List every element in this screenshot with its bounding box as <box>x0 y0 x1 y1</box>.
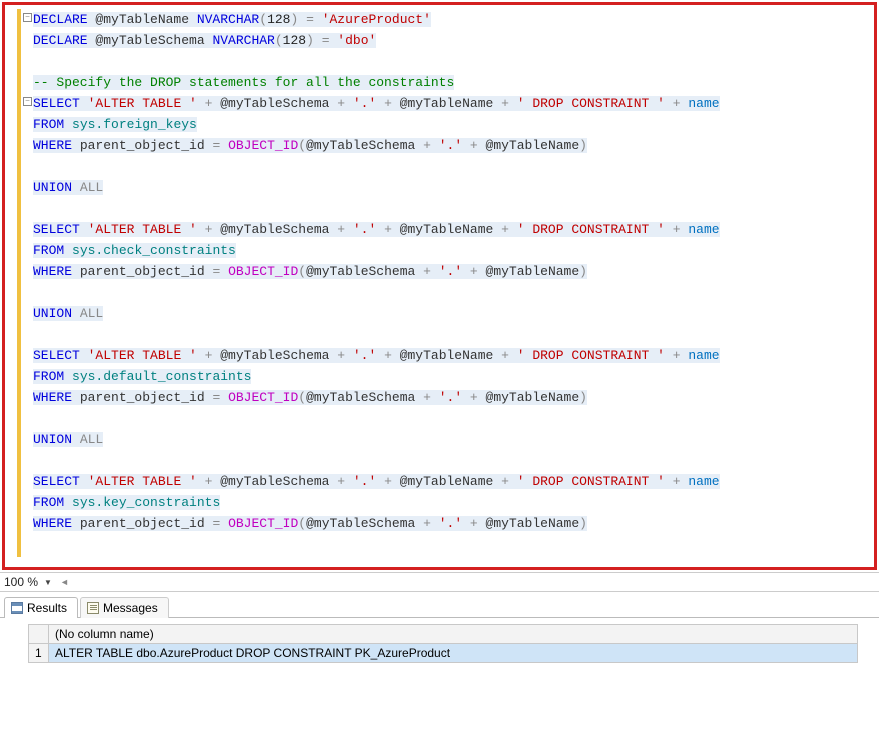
zoom-value[interactable]: 100 % <box>4 575 38 589</box>
result-cell[interactable]: ALTER TABLE dbo.AzureProduct DROP CONSTR… <box>49 644 858 663</box>
result-tabs: Results Messages <box>0 592 879 618</box>
results-grid[interactable]: (No column name) 1 ALTER TABLE dbo.Azure… <box>0 618 879 663</box>
row-number[interactable]: 1 <box>29 644 49 663</box>
tab-label: Results <box>27 601 67 615</box>
messages-icon <box>87 602 99 614</box>
scroll-left-icon[interactable]: ◄ <box>60 577 69 587</box>
code-text[interactable]: DECLARE @myTableName NVARCHAR(128) = 'Az… <box>5 5 874 538</box>
change-indicator-bar <box>17 9 21 557</box>
fold-toggle-icon[interactable]: − <box>23 13 32 22</box>
zoom-bar: 100 % ▼ ◄ <box>0 572 879 592</box>
fold-toggle-icon[interactable]: − <box>23 97 32 106</box>
tab-label: Messages <box>103 601 158 615</box>
torn-edge-decoration <box>0 671 879 711</box>
tab-results[interactable]: Results <box>4 597 78 618</box>
sql-editor[interactable]: − − DECLARE @myTableName NVARCHAR(128) =… <box>2 2 877 570</box>
tab-messages[interactable]: Messages <box>80 597 169 618</box>
row-header-blank <box>29 625 49 644</box>
zoom-dropdown-icon[interactable]: ▼ <box>44 578 52 587</box>
results-grid-icon <box>11 602 23 614</box>
column-header[interactable]: (No column name) <box>49 625 858 644</box>
